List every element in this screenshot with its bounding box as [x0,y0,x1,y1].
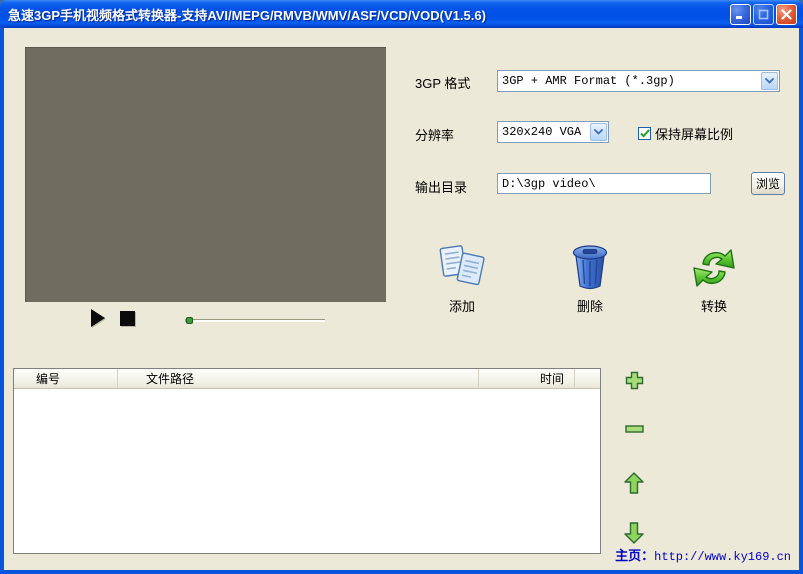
keep-ratio-checkbox[interactable] [638,127,651,140]
maximize-button[interactable] [753,3,774,25]
arrow-down-icon [624,522,644,544]
minimize-icon [736,15,742,19]
close-button[interactable] [776,3,797,25]
homepage-row: 主页：http://www.ky169.cn [615,545,791,564]
keep-ratio-label: 保持屏幕比例 [655,127,734,142]
check-icon [639,129,650,138]
delete-button-label: 删除 [576,299,603,314]
convert-button-label: 转换 [700,299,727,314]
browse-button[interactable]: 浏览 [751,172,785,195]
column-header-number[interactable]: 编号 [14,369,118,389]
play-icon [91,309,105,327]
file-table-body[interactable] [14,389,600,553]
maximize-icon [758,9,769,19]
resolution-dropdown-button[interactable] [590,123,607,141]
add-item-button[interactable] [625,371,644,390]
resolution-select[interactable]: 320x240 VGA [497,121,609,143]
delete-button[interactable]: 删除 [555,242,625,315]
move-down-button[interactable] [624,522,644,544]
add-files-icon [439,245,485,286]
minimize-button[interactable] [730,3,751,25]
play-button[interactable] [90,309,106,327]
add-button-label: 添加 [448,299,475,314]
keep-ratio-row: 保持屏幕比例 [638,124,733,143]
chevron-down-icon [594,129,603,135]
homepage-link[interactable]: http://www.ky169.cn [654,550,791,564]
seek-slider[interactable] [185,316,325,326]
format-value: 3GP + AMR Format (*.3gp) [502,74,675,88]
chevron-down-icon [765,78,774,84]
convert-icon [693,249,735,287]
resolution-value: 320x240 VGA [502,125,582,139]
format-select[interactable]: 3GP + AMR Format (*.3gp) [497,70,780,92]
format-dropdown-button[interactable] [761,72,778,90]
plus-icon [625,371,644,390]
client-area: 3GP 格式 3GP + AMR Format (*.3gp) 分辨率 320x… [4,28,799,570]
move-up-button[interactable] [624,472,644,494]
convert-button[interactable]: 转换 [679,244,749,315]
output-field-wrap [497,173,711,194]
format-label: 3GP 格式 [415,76,471,91]
stop-icon [120,310,135,326]
add-button[interactable]: 添加 [427,244,497,315]
slider-groove [185,319,325,322]
browse-button-label: 浏览 [755,177,780,191]
column-header-filler [575,369,600,389]
window-controls [730,3,803,25]
arrow-up-icon [624,472,644,494]
stop-button[interactable] [120,310,135,326]
slider-thumb[interactable] [186,317,193,324]
app-window: 急速3GP手机视频格式转换器-支持AVI/MEPG/RMVB/WMV/ASF/V… [0,0,803,574]
output-label: 输出目录 [415,180,468,195]
homepage-label: 主页： [615,548,655,563]
close-icon [781,8,792,20]
column-header-filepath[interactable]: 文件路径 [118,369,479,389]
minus-icon [625,425,644,433]
file-table-header: 编号 文件路径 时间 [14,369,600,389]
title-bar[interactable]: 急速3GP手机视频格式转换器-支持AVI/MEPG/RMVB/WMV/ASF/V… [0,0,803,28]
window-title: 急速3GP手机视频格式转换器-支持AVI/MEPG/RMVB/WMV/ASF/V… [8,7,486,23]
file-table[interactable]: 编号 文件路径 时间 [13,368,601,554]
resolution-label: 分辨率 [415,128,455,143]
trash-icon [572,245,608,290]
output-path-input[interactable] [497,173,711,194]
playback-controls [90,309,135,327]
video-preview [25,47,386,302]
column-header-time[interactable]: 时间 [479,369,575,389]
remove-item-button[interactable] [625,424,644,434]
